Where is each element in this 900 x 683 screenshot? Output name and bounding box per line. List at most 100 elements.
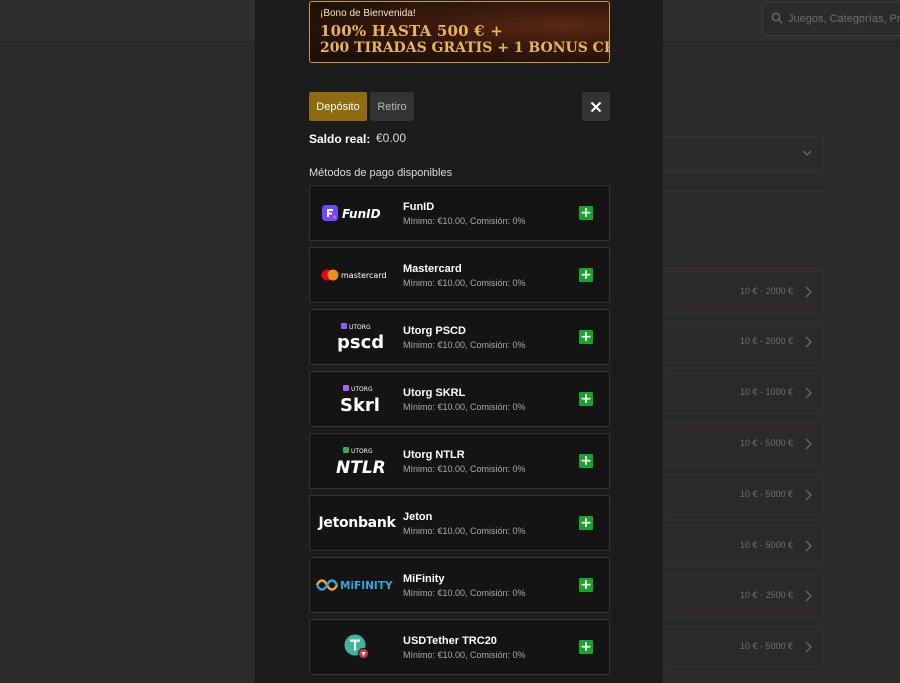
bg-row[interactable]: 10 € - 2000 €	[662, 321, 824, 363]
mifinity-logo: MiFINITY	[314, 562, 400, 608]
method-name: USDTether TRC20	[403, 635, 497, 647]
bg-row[interactable]: 10 € - 2500 €	[662, 575, 824, 617]
method-detail: Mínimo: €10.00, Comisión: 0%	[403, 278, 526, 288]
jetonbank-logo-text: Jetonbank	[318, 515, 396, 531]
plus-icon: +	[580, 639, 592, 655]
chevron-right-icon	[805, 489, 812, 501]
add-method-button[interactable]: +	[579, 640, 593, 654]
banner-subtitle: ¡Bono de Bienvenida!	[320, 8, 416, 19]
banner-line-1: 100% HASTA 500 € +	[320, 22, 503, 40]
search-icon	[771, 12, 783, 24]
method-detail: Mínimo: €10.00, Comisión: 0%	[403, 402, 526, 412]
chevron-right-icon	[805, 387, 812, 399]
close-button[interactable]	[582, 92, 610, 121]
utorg-badge-text: UTORG	[351, 386, 373, 393]
banner-line-2: 200 TIRADAS GRATIS + 1 BONUS CRAB	[320, 40, 610, 56]
tab-deposit[interactable]: Depósito	[309, 92, 367, 121]
payment-modal: ¡Bono de Bienvenida! 100% HASTA 500 € + …	[255, 0, 663, 683]
ntlr-logo-text: NTLR	[336, 458, 386, 478]
chevron-right-icon	[805, 540, 812, 552]
funid-logo: FunID	[314, 190, 400, 236]
method-name: MiFinity	[403, 573, 445, 585]
method-name: Jeton	[403, 511, 433, 523]
chevron-down-icon	[802, 150, 812, 156]
balance-label: Saldo real:	[309, 132, 371, 146]
skrl-logo-text: Skrl	[340, 395, 380, 416]
bg-row[interactable]: 10 € - 5000 €	[662, 525, 824, 567]
methods-title: Métodos de pago disponibles	[309, 167, 453, 179]
mastercard-logo: mastercard	[314, 252, 400, 298]
plus-icon: +	[580, 391, 592, 407]
payment-method-mastercard[interactable]: mastercard Mastercard Mínimo: €10.00, Co…	[309, 247, 610, 303]
payment-method-funid[interactable]: FunID FunID Mínimo: €10.00, Comisión: 0%…	[309, 185, 610, 241]
add-method-button[interactable]: +	[579, 392, 593, 406]
balance-value: €0.00	[376, 131, 407, 145]
bg-row-range: 10 € - 5000 €	[739, 489, 793, 499]
bg-row-range: 10 € - 1000 €	[739, 387, 793, 397]
bg-search-placeholder: Juegos, Categorías, Pro	[788, 13, 900, 25]
method-detail: Mínimo: €10.00, Comisión: 0%	[403, 650, 526, 660]
utorg-skrl-logo: UTORG Skrl	[314, 376, 400, 422]
method-detail: Mínimo: €10.00, Comisión: 0%	[403, 340, 526, 350]
bg-row[interactable]: 10 € - 5000 €	[662, 474, 824, 516]
bg-divider	[662, 190, 824, 191]
funid-logo-text: FunID	[342, 207, 381, 221]
payment-method-usdtether-trc20[interactable]: USDTether TRC20 Mínimo: €10.00, Comisión…	[309, 619, 610, 675]
add-method-button[interactable]: +	[579, 516, 593, 530]
payment-method-utorg-ntlr[interactable]: UTORG NTLR Utorg NTLR Mínimo: €10.00, Co…	[309, 433, 610, 489]
plus-icon: +	[580, 205, 592, 221]
chevron-right-icon	[805, 336, 812, 348]
utorg-badge-text: UTORG	[351, 448, 373, 455]
chevron-right-icon	[805, 641, 812, 653]
close-icon	[590, 101, 602, 112]
method-detail: Mínimo: €10.00, Comisión: 0%	[403, 588, 526, 598]
add-method-button[interactable]: +	[579, 268, 593, 282]
method-detail: Mínimo: €10.00, Comisión: 0%	[403, 216, 526, 226]
bg-row-range: 10 € - 5000 €	[739, 438, 793, 448]
bg-row-range: 10 € - 5000 €	[739, 540, 793, 550]
method-detail: Mínimo: €10.00, Comisión: 0%	[403, 464, 526, 474]
plus-icon: +	[580, 453, 592, 469]
method-name: Utorg SKRL	[403, 387, 466, 399]
bg-row-range: 10 € - 5000 €	[739, 641, 793, 651]
bg-row[interactable]: 10 € - 5000 €	[662, 626, 824, 668]
add-method-button[interactable]: +	[579, 330, 593, 344]
add-method-button[interactable]: +	[579, 206, 593, 220]
method-name: Utorg NTLR	[403, 449, 465, 461]
bg-row[interactable]: 10 € - 2000 €	[662, 271, 824, 313]
method-name: FunID	[403, 201, 435, 213]
bg-divider	[662, 268, 824, 269]
method-name: Utorg PSCD	[403, 325, 466, 337]
utorg-ntlr-logo: UTORG NTLR	[314, 438, 400, 484]
bg-row-range: 10 € - 2000 €	[739, 286, 793, 296]
add-method-button[interactable]: +	[579, 454, 593, 468]
welcome-bonus-banner[interactable]: ¡Bono de Bienvenida! 100% HASTA 500 € + …	[309, 1, 610, 63]
bg-row[interactable]: 10 € - 1000 €	[662, 372, 824, 414]
bg-search-input[interactable]: Juegos, Categorías, Pro	[762, 2, 900, 36]
chevron-right-icon	[805, 438, 812, 450]
utorg-pscd-logo: UTORG pscd	[314, 314, 400, 360]
bg-select[interactable]	[662, 136, 824, 172]
tether-logo	[314, 624, 400, 670]
add-method-button[interactable]: +	[579, 578, 593, 592]
mastercard-logo-text: mastercard	[341, 271, 387, 280]
bg-row-range: 10 € - 2500 €	[739, 590, 793, 600]
payment-method-utorg-skrl[interactable]: UTORG Skrl Utorg SKRL Mínimo: €10.00, Co…	[309, 371, 610, 427]
plus-icon: +	[580, 329, 592, 345]
plus-icon: +	[580, 515, 592, 531]
pscd-logo-text: pscd	[337, 332, 384, 353]
utorg-badge-text: UTORG	[349, 324, 371, 331]
payment-method-mifinity[interactable]: MiFINITY MiFinity Mínimo: €10.00, Comisi…	[309, 557, 610, 613]
mifinity-logo-text: MiFINITY	[340, 580, 393, 592]
payment-method-jeton[interactable]: Jetonbank Jeton Mínimo: €10.00, Comisión…	[309, 495, 610, 551]
bg-row-range: 10 € - 2000 €	[739, 336, 793, 346]
tab-withdraw[interactable]: Retiro	[370, 92, 414, 121]
method-detail: Mínimo: €10.00, Comisión: 0%	[403, 526, 526, 536]
payment-method-utorg-pscd[interactable]: UTORG pscd Utorg PSCD Mínimo: €10.00, Co…	[309, 309, 610, 365]
method-name: Mastercard	[403, 263, 462, 275]
chevron-right-icon	[805, 590, 812, 602]
chevron-right-icon	[805, 286, 812, 298]
plus-icon: +	[580, 577, 592, 593]
plus-icon: +	[580, 267, 592, 283]
bg-row[interactable]: 10 € - 5000 €	[662, 423, 824, 465]
